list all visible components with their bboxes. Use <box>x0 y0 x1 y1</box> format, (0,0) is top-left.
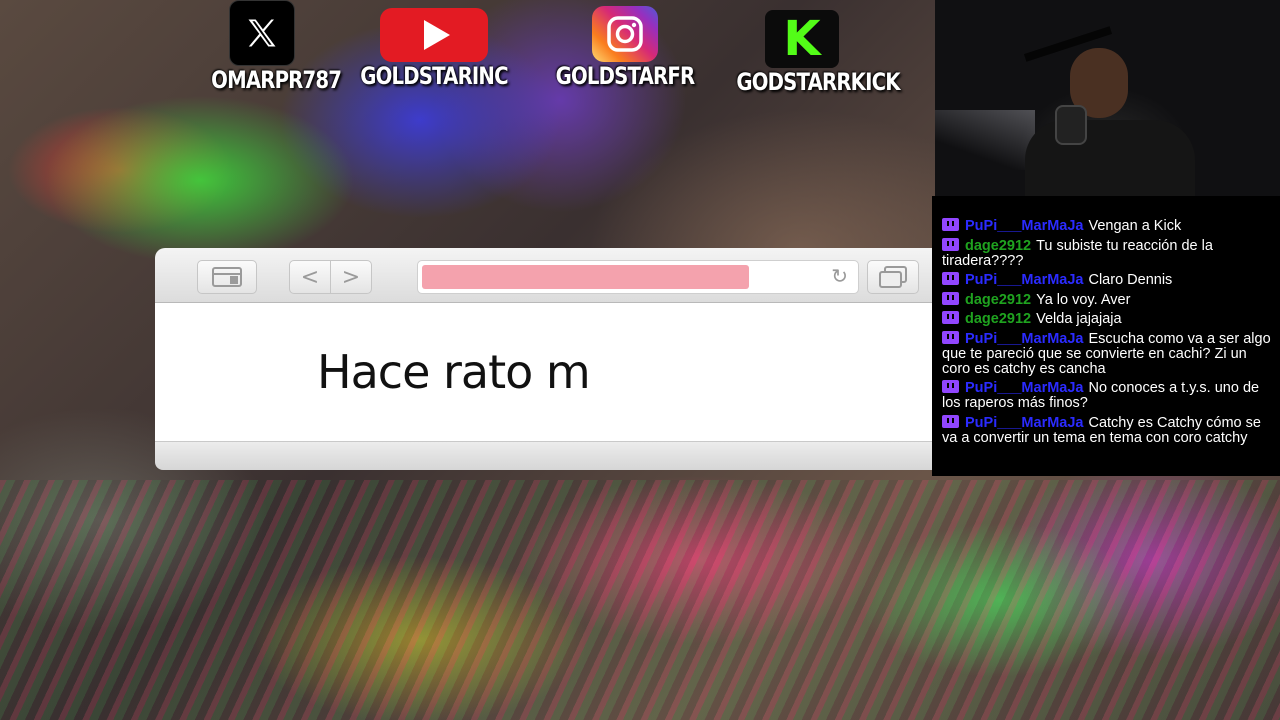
browser-status-bar <box>155 442 945 470</box>
chat-message: PuPi___MarMaJa Escucha como va a ser algo… <box>942 330 1276 377</box>
chat-message-text: Claro Dennis <box>1088 272 1173 288</box>
chat-username[interactable]: PuPi___MarMaJa <box>965 272 1083 288</box>
twitch-icon <box>942 330 959 344</box>
twitch-icon <box>942 218 959 231</box>
chat-message: PuPi___MarMaJa Vengan a Kick <box>942 218 1276 234</box>
chat-message-list: PuPi___MarMaJa Vengan a Kick dage2912 Tu su… <box>942 218 1276 449</box>
sidebar-icon <box>212 267 242 287</box>
reload-icon[interactable]: ↻ <box>831 264 848 288</box>
tabs-icon <box>879 266 907 288</box>
kick-logo-letter: K <box>783 11 821 67</box>
chat-message-text: Velda jajajaja <box>1036 311 1122 327</box>
webcam-light <box>935 110 1035 170</box>
chat-username[interactable]: dage2912 <box>965 292 1031 308</box>
twitch-icon <box>942 380 959 393</box>
social-youtube: GOLDSTARINC <box>340 8 528 90</box>
chat-message: dage2912 Velda jajajaja <box>942 311 1276 327</box>
chat-panel: PuPi___MarMaJa Vengan a Kick dage2912 Tu su… <box>932 196 1280 476</box>
tabs-overview-button[interactable] <box>867 260 919 294</box>
social-kick: K GODSTARRKICK <box>722 10 900 96</box>
address-bar[interactable]: ↻ <box>417 260 859 294</box>
chat-username[interactable]: dage2912 <box>965 311 1031 327</box>
twitch-icon <box>942 237 959 251</box>
chat-message: dage2912 Ya lo voy. Aver <box>942 291 1276 308</box>
chat-message: PuPi___MarMaJa Claro Dennis <box>942 272 1276 288</box>
chevron-left-icon: < <box>300 264 320 290</box>
twitch-icon <box>942 311 959 324</box>
chat-username[interactable]: PuPi___MarMaJa <box>965 415 1083 431</box>
twitch-icon <box>942 272 959 285</box>
chat-username[interactable]: PuPi___MarMaJa <box>965 380 1083 396</box>
microphone-icon <box>1055 105 1087 145</box>
video-background-glitch <box>0 480 1280 720</box>
twitch-icon <box>942 291 959 305</box>
x-logo-icon <box>229 0 295 66</box>
webcam-feed <box>935 0 1280 196</box>
chevron-right-icon: > <box>341 264 361 290</box>
chat-message-text: Ya lo voy. Aver <box>1036 291 1131 308</box>
social-handle-x: OMARPR787 <box>211 66 342 94</box>
page-load-progress <box>422 265 749 289</box>
instagram-logo-icon <box>592 6 658 62</box>
back-button[interactable]: < <box>289 260 331 294</box>
social-x: OMARPR787 <box>200 0 342 94</box>
streamer-body <box>1025 120 1195 196</box>
social-handle-instagram: GOLDSTARFR <box>555 62 695 90</box>
chat-message: dage2912 Tu subiste tu reacción de la tir… <box>942 237 1276 269</box>
sidebar-toggle-button[interactable] <box>197 260 257 294</box>
forward-button[interactable]: > <box>330 260 372 294</box>
chat-username[interactable]: PuPi___MarMaJa <box>965 218 1083 234</box>
chat-message: PuPi___MarMaJa No conoces a t.y.s. uno de… <box>942 380 1276 411</box>
typed-text: Hace rato m <box>317 345 591 399</box>
browser-content: Hace rato m <box>155 303 945 442</box>
social-handle-kick: GODSTARRKICK <box>736 68 900 96</box>
browser-toolbar: < > ↻ <box>155 248 945 303</box>
social-handle-youtube: GOLDSTARINC <box>360 62 508 90</box>
chat-username[interactable]: PuPi___MarMaJa <box>965 331 1083 347</box>
browser-window: < > ↻ Hace rato m <box>155 248 945 472</box>
youtube-logo-icon <box>380 8 488 62</box>
social-instagram: GOLDSTARFR <box>535 6 715 90</box>
chat-username[interactable]: dage2912 <box>965 238 1031 254</box>
chat-message-text: Vengan a Kick <box>1088 218 1182 234</box>
chat-message: PuPi___MarMaJa Catchy es Catchy cómo se v… <box>942 414 1276 446</box>
kick-logo-icon: K <box>765 10 839 68</box>
twitch-icon <box>942 414 959 428</box>
